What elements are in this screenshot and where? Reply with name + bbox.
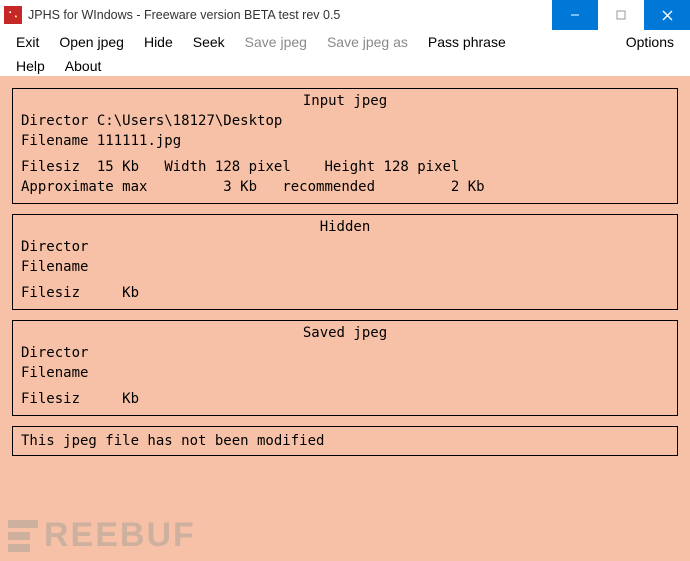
input-filename-value: 111111.jpg bbox=[97, 133, 181, 149]
saved-filesize-value: Kb bbox=[122, 391, 139, 407]
menu-options[interactable]: Options bbox=[616, 32, 684, 52]
saved-filesize-label: Filesiz bbox=[21, 391, 80, 407]
input-rec-value: 2 Kb bbox=[451, 179, 485, 195]
menu-seek[interactable]: Seek bbox=[183, 32, 235, 52]
close-icon bbox=[662, 10, 673, 21]
watermark: REEBUF bbox=[8, 516, 196, 555]
saved-filename-row: Filename bbox=[21, 363, 669, 383]
input-filename-label: Filename bbox=[21, 133, 88, 149]
window-controls bbox=[552, 0, 690, 30]
input-filesize-label: Filesiz bbox=[21, 159, 80, 175]
saved-directory-row: Director bbox=[21, 343, 669, 363]
title-bar: JPHS for WIndows - Freeware version BETA… bbox=[0, 0, 690, 30]
hidden-filesize-label: Filesiz bbox=[21, 285, 80, 301]
input-jpeg-title: Input jpeg bbox=[21, 93, 669, 109]
hidden-panel: Hidden Director Filename Filesiz Kb bbox=[12, 214, 678, 310]
menu-bar: Exit Open jpeg Hide Seek Save jpeg Save … bbox=[0, 30, 690, 56]
close-button[interactable] bbox=[644, 0, 690, 30]
menu-save-jpeg[interactable]: Save jpeg bbox=[235, 32, 317, 52]
saved-jpeg-panel: Saved jpeg Director Filename Filesiz Kb bbox=[12, 320, 678, 416]
status-message: This jpeg file has not been modified bbox=[12, 426, 678, 456]
input-approx-label: Approximate max bbox=[21, 179, 147, 195]
minimize-icon bbox=[570, 10, 580, 20]
watermark-f-icon bbox=[8, 520, 38, 552]
hidden-filesize-value: Kb bbox=[122, 285, 139, 301]
input-directory-row: Director C:\Users\18127\Desktop bbox=[21, 111, 669, 131]
input-approx-row: Approximate max 3 Kb recommended 2 Kb bbox=[21, 177, 669, 197]
hidden-filename-row: Filename bbox=[21, 257, 669, 277]
menu-exit[interactable]: Exit bbox=[6, 32, 49, 52]
input-height-label: Height bbox=[325, 159, 376, 175]
hidden-filename-label: Filename bbox=[21, 259, 88, 275]
hidden-filesize-row: Filesiz Kb bbox=[21, 283, 669, 303]
saved-jpeg-title: Saved jpeg bbox=[21, 325, 669, 341]
saved-filesize-row: Filesiz Kb bbox=[21, 389, 669, 409]
menu-open-jpeg[interactable]: Open jpeg bbox=[49, 32, 134, 52]
minimize-button[interactable] bbox=[552, 0, 598, 30]
window-title: JPHS for WIndows - Freeware version BETA… bbox=[28, 8, 552, 22]
content-area: Input jpeg Director C:\Users\18127\Deskt… bbox=[0, 76, 690, 561]
input-directory-label: Director bbox=[21, 113, 88, 129]
hidden-directory-label: Director bbox=[21, 239, 88, 255]
input-height-value: 128 pixel bbox=[384, 159, 460, 175]
menu-hide[interactable]: Hide bbox=[134, 32, 183, 52]
hidden-title: Hidden bbox=[21, 219, 669, 235]
saved-directory-label: Director bbox=[21, 345, 88, 361]
input-directory-value: C:\Users\18127\Desktop bbox=[97, 113, 282, 129]
watermark-text: REEBUF bbox=[44, 516, 196, 555]
menu-help[interactable]: Help bbox=[6, 56, 55, 76]
input-dims-row: Filesiz 15 Kb Width 128 pixel Height 128… bbox=[21, 157, 669, 177]
menu-about[interactable]: About bbox=[55, 56, 112, 76]
input-filesize-value: 15 Kb bbox=[97, 159, 139, 175]
input-filename-row: Filename 111111.jpg bbox=[21, 131, 669, 151]
menu-pass-phrase[interactable]: Pass phrase bbox=[418, 32, 516, 52]
input-approx-value: 3 Kb bbox=[223, 179, 257, 195]
maximize-icon bbox=[616, 10, 626, 20]
input-width-label: Width bbox=[164, 159, 206, 175]
menu-save-jpeg-as[interactable]: Save jpeg as bbox=[317, 32, 418, 52]
saved-filename-label: Filename bbox=[21, 365, 88, 381]
input-jpeg-panel: Input jpeg Director C:\Users\18127\Deskt… bbox=[12, 88, 678, 204]
app-icon bbox=[4, 6, 22, 24]
hidden-directory-row: Director bbox=[21, 237, 669, 257]
input-rec-label: recommended bbox=[282, 179, 375, 195]
input-width-value: 128 pixel bbox=[215, 159, 291, 175]
maximize-button[interactable] bbox=[598, 0, 644, 30]
